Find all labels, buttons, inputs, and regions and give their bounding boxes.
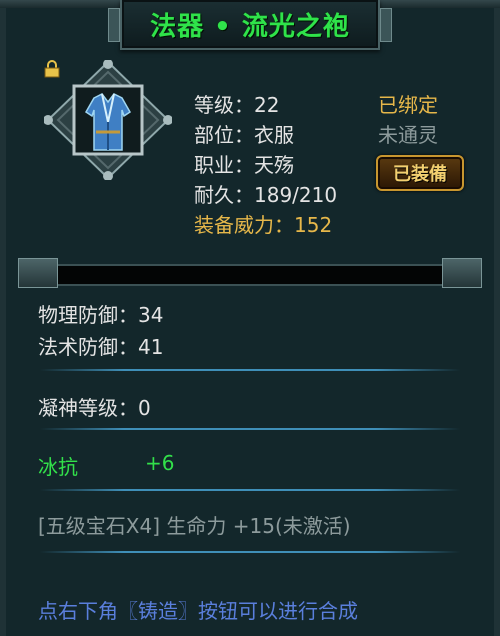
slot-stat: 部位：衣服 — [194, 123, 294, 147]
level-stat: 等级：22 — [194, 93, 280, 117]
equipment-power-stat: 装备威力：152 — [194, 213, 333, 237]
item-title: 法器 • 流光之袍 — [150, 11, 350, 42]
separator-line — [40, 369, 460, 371]
separator-line — [40, 489, 460, 491]
separator-line — [40, 551, 460, 553]
focus-level: 凝神等级：0 — [38, 396, 151, 420]
spirit-status: 未通灵 — [378, 123, 438, 147]
equipped-badge: 已装備 — [376, 155, 464, 191]
forge-hint: 点右下角〖铸造〗按钮可以进行合成 — [38, 599, 358, 623]
ice-resist-label: 冰抗 — [38, 455, 78, 479]
title-plate: 法器 • 流光之袍 — [108, 0, 392, 50]
ice-resist-value: +6 — [145, 451, 175, 475]
divider-cap-left — [18, 258, 58, 288]
section-divider — [18, 258, 482, 288]
magic-defense: 法术防御：41 — [38, 335, 164, 359]
divider-bar — [58, 264, 442, 286]
ornate-frame-icon — [44, 60, 172, 180]
gem-bonus: [五级宝石X4] 生命力 +15(未激活) — [38, 514, 351, 538]
separator-line — [40, 428, 460, 430]
bound-status: 已绑定 — [378, 93, 438, 117]
durability-stat: 耐久：189/210 — [194, 183, 338, 207]
lock-icon — [44, 60, 60, 78]
divider-cap-right — [442, 258, 482, 288]
item-icon-frame — [44, 60, 172, 180]
physical-defense: 物理防御：34 — [38, 303, 164, 327]
job-stat: 职业：天殇 — [194, 153, 294, 177]
item-stats: 等级：22 部位：衣服 职业：天殇 耐久：189/210 装备威力：152 — [194, 90, 337, 240]
